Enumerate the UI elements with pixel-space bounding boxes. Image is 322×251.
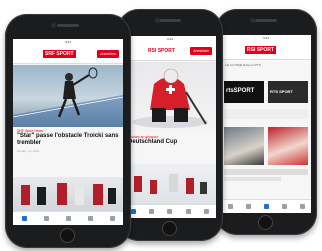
tab-home-icon[interactable] [227,204,233,209]
article-caption[interactable]: Hockey su ghiaccio Deutschland Cup 2h [128,135,212,152]
article-meta: 2h [128,148,212,152]
article-meta: Tennis · il y a 2h [17,149,39,153]
status-bar: 9:41 [167,37,173,41]
list-thumbnail[interactable] [268,127,308,165]
home-button[interactable] [258,215,273,230]
tab-live-icon[interactable] [263,204,269,209]
list-item[interactable] [224,169,308,175]
speaker-grille [255,19,277,22]
hero-image[interactable] [13,65,123,127]
tab-home-icon[interactable] [130,209,136,214]
login-button[interactable]: Anmelden [190,47,212,55]
list-item[interactable] [224,177,281,181]
phone-middle: 9:41 RSI SPORT Anmelden Hockey su ghiacc… [117,9,223,241]
article-headline: "Star" passe l'obstacle Troicki sans tre… [17,133,119,146]
hero-image[interactable] [124,62,216,132]
front-camera [155,18,160,23]
tile-label: RTS SPORT [270,89,293,94]
tab-live-icon[interactable] [167,209,173,214]
hockey-player-illustration [132,68,208,128]
tab-video-icon[interactable] [245,204,251,209]
top-bar: 9:41 RSI SPORT [221,35,311,60]
app-logo[interactable]: SRF SPORT [43,50,76,58]
screen-middle: 9:41 RSI SPORT Anmelden Hockey su ghiacc… [124,36,216,218]
tile-rts-sport-2[interactable]: RTS SPORT [268,81,308,103]
tab-video-icon[interactable] [43,216,49,221]
tab-results-icon[interactable] [87,216,93,221]
speaker-grille [57,24,79,27]
tennis-player-illustration [13,67,123,127]
tab-more-icon[interactable] [204,209,210,214]
tab-live-icon[interactable] [65,216,71,221]
phone-left: 9:41 SRF SPORT Anmelden SRF Sport News "… [5,14,131,248]
article-headline: Deutschland Cup [128,139,178,145]
home-button[interactable] [60,228,75,243]
list-thumbnail[interactable] [124,164,216,204]
app-logo[interactable]: RSI SPORT [245,46,276,54]
screen-right: 9:41 RSI SPORT LE ULTIME DALLA RTS rtsSP… [221,35,311,213]
tab-bar [221,199,311,213]
top-bar: 9:41 RSI SPORT Anmelden [124,36,216,61]
hockey-scene-illustration [134,174,207,194]
app-logo[interactable]: RSI SPORT [146,47,177,55]
list-item[interactable] [224,109,308,119]
phone-right: 9:41 RSI SPORT LE ULTIME DALLA RTS rtsSP… [215,9,317,235]
tab-more-icon[interactable] [299,204,305,209]
tab-bar [13,211,123,225]
tab-more-icon[interactable] [109,216,115,221]
front-camera [250,18,255,23]
home-button[interactable] [162,221,177,236]
list-thumbnail[interactable] [224,127,264,165]
tab-results-icon[interactable] [281,204,287,209]
front-camera [51,23,56,28]
tab-results-icon[interactable] [185,209,191,214]
section-header: LE ULTIME DALLA RTS [225,63,262,67]
screen-left: 9:41 SRF SPORT Anmelden SRF Sport News "… [13,39,123,225]
tile-label: rtsSPORT [226,88,255,94]
tab-bar [124,204,216,218]
login-button[interactable]: Anmelden [97,50,119,58]
tab-home-icon[interactable] [21,216,27,221]
status-bar: 9:41 [263,36,269,40]
speaker-grille [159,19,181,22]
top-bar: 9:41 SRF SPORT Anmelden [13,39,123,64]
hockey-scene-illustration [21,183,116,205]
list-thumbnail[interactable] [13,177,123,215]
tab-video-icon[interactable] [149,209,155,214]
article-caption[interactable]: SRF Sport News "Star" passe l'obstacle T… [17,129,119,153]
tile-rts-sport-1[interactable]: rtsSPORT [224,81,264,103]
status-bar: 9:41 [65,40,71,44]
